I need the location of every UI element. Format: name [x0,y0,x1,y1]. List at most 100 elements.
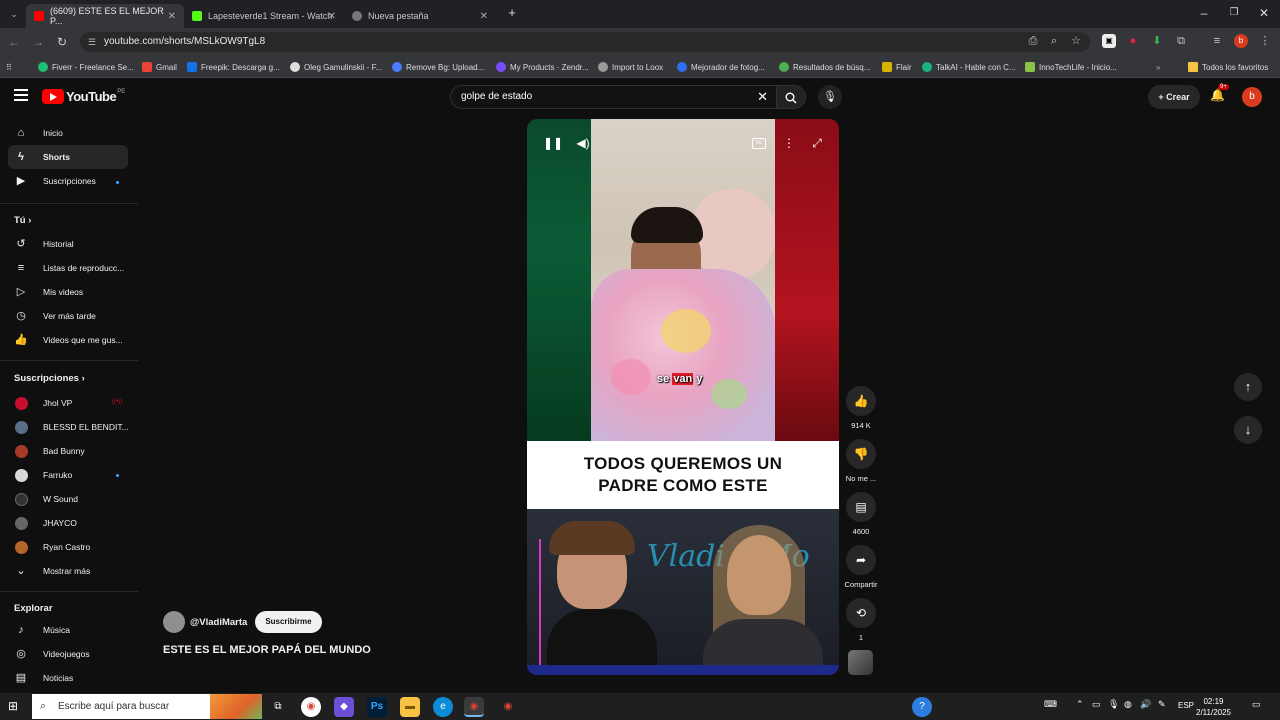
bookmark-freepik[interactable]: Freepik: Descarga g... [187,60,280,74]
more-options-icon[interactable]: ⋮ [781,135,797,151]
sidebar-sub-jhayco[interactable]: JHAYCO [8,511,128,535]
sidebar-item-listas[interactable]: ≡ Listas de reproducc... [8,256,128,280]
extension-icon[interactable]: ▣ [1102,34,1116,48]
sidebar-item-musica[interactable]: ♪ Música [8,618,128,642]
search-button[interactable] [776,85,806,109]
camera-tray-icon[interactable]: ◍ [1124,699,1132,710]
sidebar-sub-blessd[interactable]: BLESSD EL BENDIT... [8,415,129,439]
help-icon[interactable]: ? [912,697,932,717]
sidebar-subs-header[interactable]: Suscripciones › [14,373,85,384]
close-tab-icon[interactable]: ✕ [168,11,176,22]
notifications-center-icon[interactable]: ▭ [1252,699,1261,710]
sidebar-sub-jhol-vp[interactable]: Jhol VP [8,391,128,415]
chrome-profile-icon[interactable]: ◉ [498,697,518,717]
sidebar-you-header[interactable]: Tú › [14,215,31,226]
new-tab-plus-icon[interactable]: + [504,5,520,21]
sidebar-item-historial[interactable]: ↺ Historial [8,232,128,256]
sidebar-item-videojuegos[interactable]: ◎ Videojuegos [8,642,128,666]
shorts-player[interactable]: se van y ❚❚ ◀) cc ⋮ ⤢ TODOS QUEREMOS UN … [527,119,839,675]
taskbar-search-input[interactable]: ⌕ Escribe aquí para buscar [32,694,262,719]
browser-menu-icon[interactable]: ⋮ [1258,34,1272,48]
thumbs-up-icon[interactable]: 👍 [846,386,876,416]
tab-youtube[interactable]: (6609) ESTE ES EL MEJOR P... ✕ [26,4,184,28]
bookmark-zendrop[interactable]: My Products · Zendr... [496,60,589,74]
close-window-icon[interactable]: ✕ [1256,5,1272,21]
zoom-icon[interactable]: ⌕ [1047,34,1061,48]
menu-icon[interactable] [14,89,28,101]
bookmark-mejorador[interactable]: Mejorador de fotog... [677,60,765,74]
sidebar-item-liked[interactable]: 👍 Videos que me gus... [8,328,128,352]
subscribe-button[interactable]: Suscribirme [255,611,322,633]
sidebar-show-more[interactable]: ⌄ Mostrar más [8,559,128,583]
download-icon[interactable]: ⬇ [1150,34,1164,48]
sidebar-item-mis-videos[interactable]: ▷ Mis videos [8,280,128,304]
windows-start-icon[interactable]: ⊞ [8,699,22,713]
channel-name[interactable]: @VladiMarta [190,617,247,628]
remix-icon[interactable]: ⟲ [846,598,876,628]
account-avatar[interactable]: b [1242,87,1262,107]
sidebar-sub-farruko[interactable]: Farruko [8,463,128,487]
sidebar-sub-ryan-castro[interactable]: Ryan Castro [8,535,128,559]
address-bar[interactable]: ☰ youtube.com/shorts/MSLkOW9TgL8 [80,32,1090,52]
close-tab-icon[interactable]: ✕ [480,11,488,22]
bookmark-flair[interactable]: Flair [882,60,912,74]
language-indicator[interactable]: ESP [1178,701,1194,710]
back-icon[interactable]: ← [6,34,22,50]
install-app-icon[interactable]: ⎙ [1026,34,1040,48]
sidebar-sub-w-sound[interactable]: W Sound [8,487,128,511]
next-short-button[interactable]: ↓ [1234,416,1262,444]
keyboard-icon[interactable]: ⌨ [1044,699,1057,710]
bookmark-gmail[interactable]: Gmail [142,60,177,74]
pen-icon[interactable]: ✎ [1158,699,1166,710]
bookmark-oleg[interactable]: Oleg Gamulinskii - F... [290,60,382,74]
minimize-icon[interactable]: – [1196,5,1212,21]
remix-action[interactable]: ⟲ 1 [846,598,876,642]
share-action[interactable]: ➦ Compartir [845,545,877,589]
channel-avatar[interactable] [163,611,185,633]
network-icon[interactable]: ▭ [1092,699,1101,710]
bookmark-resultados[interactable]: Resultados de búsq... [779,60,870,74]
apps-grid-icon[interactable]: ⠿ [6,60,12,74]
tab-search-icon[interactable]: ⌄ [6,6,22,22]
sidebar-item-inicio[interactable]: ⌂ Inicio [8,121,128,145]
dislike-action[interactable]: 👎 No me ... [846,439,876,483]
youtube-logo[interactable]: YouTube PE [42,89,125,104]
tab-new[interactable]: Nueva pestaña ✕ [344,4,496,28]
sidebar-item-suscripciones[interactable]: ▶ Suscripciones [8,169,128,193]
tray-chevron-icon[interactable]: ⌃ [1076,699,1084,710]
file-explorer-icon[interactable]: ▬ [400,697,420,717]
close-tab-icon[interactable]: ✕ [328,11,336,22]
search-input[interactable]: golpe de estado ✕ [450,85,776,109]
create-button[interactable]: + Crear [1148,85,1200,109]
profile-avatar-icon[interactable]: b [1234,34,1248,48]
clear-search-icon[interactable]: ✕ [757,86,768,108]
comment-icon[interactable]: ▤ [846,492,876,522]
like-action[interactable]: 👍 914 K [846,386,876,430]
chrome-active-icon[interactable]: ◉ [464,697,484,717]
site-info-icon[interactable]: ☰ [88,32,96,52]
sound-thumbnail[interactable] [848,650,873,675]
voice-search-button[interactable]: 🎙 [818,85,842,109]
task-view-icon[interactable]: ⧉ [268,697,288,717]
extensions-puzzle-icon[interactable]: ⧉ [1174,34,1188,48]
thumbs-down-icon[interactable]: 👎 [846,439,876,469]
copilot-icon[interactable]: ◆ [334,697,354,717]
sidebar-item-ver-mas-tarde[interactable]: ◷ Ver más tarde [8,304,128,328]
mic-tray-icon[interactable]: 🎙 [1108,699,1119,710]
bookmark-innotech[interactable]: InnoTechLife - Inicio... [1025,60,1117,74]
tab-stream[interactable]: Lapesteverde1 Stream - Watch ✕ [184,4,344,28]
bookmark-star-icon[interactable]: ☆ [1069,34,1083,48]
bookmark-talkai[interactable]: TalkAI - Hable con C... [922,60,1016,74]
clock[interactable]: 02:19 2/11/2025 [1196,696,1231,718]
extension-red-icon[interactable]: ● [1126,34,1140,48]
captions-icon[interactable]: cc [752,138,766,149]
pause-icon[interactable]: ❚❚ [543,135,563,151]
tab-search-list-icon[interactable]: ≡ [1210,34,1224,48]
photoshop-icon[interactable]: Ps [367,697,387,717]
fullscreen-icon[interactable]: ⤢ [809,135,825,151]
restore-icon[interactable]: ❐ [1226,5,1242,21]
bookmark-fiverr[interactable]: Fiverr - Freelance Se... [38,60,134,74]
notifications-button[interactable]: 🔔 9+ [1210,84,1229,104]
edge-icon[interactable]: e [433,697,453,717]
more-bookmarks-icon[interactable]: » [1156,60,1160,74]
